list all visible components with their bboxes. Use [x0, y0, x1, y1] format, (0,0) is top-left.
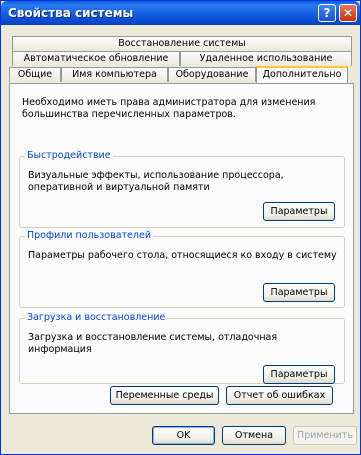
- cancel-button[interactable]: Отмена: [222, 426, 286, 445]
- tab-general[interactable]: Общие: [9, 67, 61, 82]
- performance-description: Визуальные эффекты, использование процес…: [28, 170, 284, 193]
- error-reporting-button[interactable]: Отчет об ошибках: [226, 386, 333, 405]
- user-profiles-title: Профили пользователей: [25, 230, 153, 241]
- close-button[interactable]: ✕: [339, 4, 357, 22]
- startup-recovery-description: Загрузка и восстановление системы, отлад…: [28, 332, 278, 355]
- user-profiles-description: Параметры рабочего стола, относящиеся ко…: [28, 250, 337, 261]
- performance-title: Быстродействие: [25, 150, 113, 161]
- help-button[interactable]: ?: [318, 4, 336, 22]
- tab-system-restore[interactable]: Восстановление системы: [12, 36, 352, 51]
- startup-recovery-group: Загрузка и восстановление Загрузка и вос…: [19, 312, 345, 384]
- performance-group: Быстродействие Визуальные эффекты, испол…: [19, 150, 345, 228]
- apply-button[interactable]: Применить: [293, 426, 357, 445]
- window-title: Свойства системы: [8, 6, 134, 20]
- admin-note: Необходимо иметь права администратора дл…: [22, 97, 316, 120]
- ok-button[interactable]: OK: [152, 426, 215, 445]
- advanced-tab-panel: Необходимо иметь права администратора дл…: [9, 83, 354, 414]
- tab-automatic-updates[interactable]: Автоматическое обновление: [12, 51, 180, 66]
- tab-hardware[interactable]: Оборудование: [168, 67, 256, 82]
- performance-settings-button[interactable]: Параметры: [263, 202, 335, 221]
- startup-recovery-settings-button[interactable]: Параметры: [263, 365, 335, 384]
- system-properties-window: Свойства системы ? ✕ Восстановление сист…: [0, 0, 361, 455]
- environment-variables-button[interactable]: Переменные среды: [110, 386, 219, 405]
- startup-recovery-title: Загрузка и восстановление: [25, 312, 168, 323]
- user-profiles-settings-button[interactable]: Параметры: [263, 283, 335, 302]
- tab-advanced[interactable]: Дополнительно: [256, 66, 348, 83]
- user-profiles-group: Профили пользователей Параметры рабочего…: [19, 230, 345, 308]
- tab-remote[interactable]: Удаленное использование: [180, 51, 352, 66]
- tab-computer-name[interactable]: Имя компьютера: [61, 67, 168, 82]
- title-bar[interactable]: Свойства системы ? ✕: [1, 1, 360, 25]
